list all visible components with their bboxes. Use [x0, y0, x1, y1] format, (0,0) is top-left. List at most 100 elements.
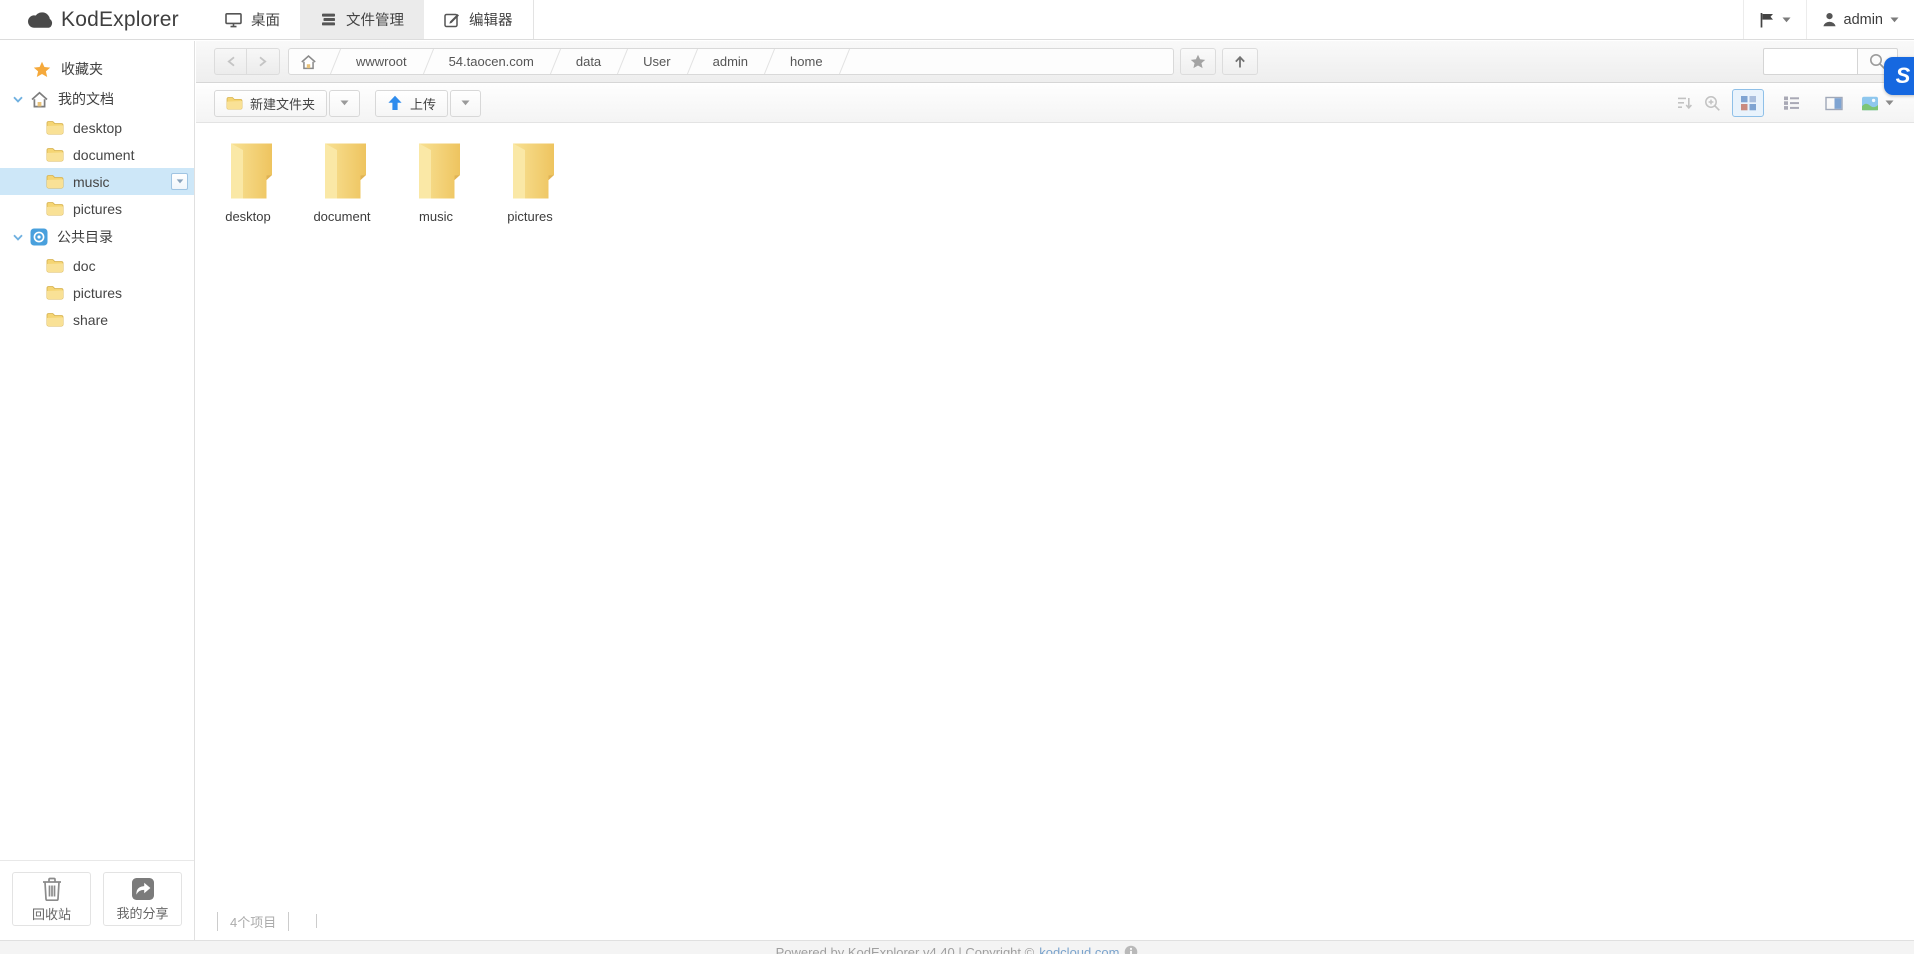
new-folder-group: 新建文件夹: [214, 90, 360, 117]
chevron-down-icon: [340, 100, 349, 106]
folder-item[interactable]: pictures: [483, 140, 577, 224]
zoom-in-icon: [1704, 95, 1721, 112]
my-share-button[interactable]: 我的分享: [103, 872, 182, 926]
folder-icon: [46, 285, 64, 300]
new-folder-dropdown[interactable]: [329, 90, 360, 117]
up-level-button[interactable]: [1222, 48, 1258, 75]
powered-by-text: Powered by KodExplorer v4.40 | Copyright…: [776, 945, 1035, 954]
folder-icon: [46, 174, 64, 189]
toolbar: 新建文件夹 上传: [196, 84, 1914, 123]
folder-name: pictures: [483, 209, 577, 224]
sidebar-folder-item[interactable]: pictures: [0, 195, 194, 222]
tab-label: 文件管理: [346, 9, 404, 30]
chevron-expanded-icon: [13, 234, 23, 241]
sort-button[interactable]: [1676, 96, 1693, 111]
breadcrumb-segment: wwwroot: [327, 49, 420, 74]
chevron-down-icon: [1890, 17, 1899, 23]
breadcrumb-item[interactable]: data: [563, 54, 614, 69]
chevron-down-icon: [1782, 17, 1791, 23]
folder-name: share: [73, 312, 108, 328]
sidebar-folder-item[interactable]: music: [0, 168, 194, 195]
folder-item[interactable]: desktop: [201, 140, 295, 224]
folder-name: music: [73, 174, 110, 190]
public-folder-icon: [30, 228, 48, 246]
breadcrumb-item[interactable]: User: [630, 54, 683, 69]
folder-icon: [222, 140, 274, 202]
folder-name: desktop: [73, 120, 122, 136]
folder-item[interactable]: music: [389, 140, 483, 224]
extension-badge[interactable]: S: [1884, 57, 1914, 95]
sidebar-folder-item[interactable]: doc: [0, 252, 194, 279]
top-tabs: 桌面 文件管理 编辑器: [205, 0, 534, 39]
favorite-path-button[interactable]: [1180, 48, 1216, 75]
kodcloud-link[interactable]: kodcloud.com: [1039, 945, 1119, 954]
forward-button[interactable]: [247, 48, 280, 75]
button-label: 回收站: [32, 904, 71, 923]
breadcrumb-segment: data: [547, 49, 614, 74]
breadcrumb-item[interactable]: wwwroot: [343, 54, 420, 69]
folder-tree: 收藏夹 我的文档 desktop document music pictures: [0, 41, 194, 333]
breadcrumb-separator: [327, 48, 343, 75]
home-crumb-button[interactable]: [289, 54, 327, 70]
zoom-button[interactable]: [1704, 95, 1721, 112]
breadcrumb-separator: [761, 48, 777, 75]
folder-icon: [316, 140, 368, 202]
folder-icon: [46, 258, 64, 273]
chevron-down-icon: [461, 100, 470, 106]
list-view-icon: [1783, 95, 1800, 111]
view-list-button[interactable]: [1775, 89, 1807, 117]
search-input[interactable]: [1763, 48, 1857, 75]
star-icon: [1190, 54, 1206, 69]
folder-name: pictures: [73, 285, 122, 301]
folder-icon: [46, 201, 64, 216]
view-split-button[interactable]: [1818, 89, 1850, 117]
folder-name: document: [295, 209, 389, 224]
tab-desktop[interactable]: 桌面: [205, 0, 300, 39]
sidebar-item-favorites[interactable]: 收藏夹: [0, 54, 194, 84]
theme-button[interactable]: [1861, 96, 1894, 111]
view-icons-button[interactable]: [1732, 89, 1764, 117]
item-count: 4个项目: [217, 912, 289, 931]
folder-name: pictures: [73, 201, 122, 217]
sidebar-folder-item[interactable]: document: [0, 141, 194, 168]
breadcrumb-item[interactable]: admin: [700, 54, 761, 69]
sidebar-bottom-buttons: 回收站 我的分享: [0, 860, 194, 940]
cloud-logo-icon: [27, 10, 54, 29]
sidebar-section-public[interactable]: 公共目录: [0, 222, 194, 252]
breadcrumb-item[interactable]: 54.taocen.com: [436, 54, 547, 69]
breadcrumb-item[interactable]: home: [777, 54, 836, 69]
sidebar-folder-item[interactable]: pictures: [0, 279, 194, 306]
file-manager-icon: [320, 12, 337, 27]
upload-button[interactable]: 上传: [375, 90, 448, 117]
item-dropdown-button[interactable]: [171, 173, 188, 190]
upload-dropdown[interactable]: [450, 90, 481, 117]
breadcrumb-items: wwwroot 54.taocen.com data User admin ho…: [327, 49, 836, 74]
app-title: KodExplorer: [61, 8, 179, 32]
button-label: 新建文件夹: [250, 94, 315, 113]
tab-editor[interactable]: 编辑器: [424, 0, 533, 39]
sidebar-folder-item[interactable]: desktop: [0, 114, 194, 141]
sidebar-folder-item[interactable]: share: [0, 306, 194, 333]
breadcrumb-segment: User: [614, 49, 683, 74]
breadcrumb-separator: [684, 48, 700, 75]
tab-file-manager[interactable]: 文件管理: [300, 0, 424, 39]
breadcrumb-separator: [614, 48, 630, 75]
breadcrumb-segment: home: [761, 49, 836, 74]
info-icon[interactable]: [1124, 945, 1138, 954]
language-menu[interactable]: [1743, 0, 1806, 39]
recycle-bin-button[interactable]: 回收站: [12, 872, 91, 926]
tab-label: 桌面: [251, 9, 280, 30]
public-children: doc pictures share: [0, 252, 194, 333]
arrow-up-icon: [1233, 55, 1247, 69]
folder-icon: [226, 96, 243, 110]
file-area[interactable]: desktop document music pictures: [196, 124, 1914, 940]
chevron-expanded-icon: [13, 96, 23, 103]
new-folder-button[interactable]: 新建文件夹: [214, 90, 327, 117]
user-menu[interactable]: admin: [1806, 0, 1914, 39]
back-button[interactable]: [214, 48, 247, 75]
sidebar-section-my-docs[interactable]: 我的文档: [0, 84, 194, 114]
folder-name: document: [73, 147, 134, 163]
sidebar-section-label: 公共目录: [57, 227, 113, 247]
folder-item[interactable]: document: [295, 140, 389, 224]
search-group: [1763, 48, 1898, 75]
